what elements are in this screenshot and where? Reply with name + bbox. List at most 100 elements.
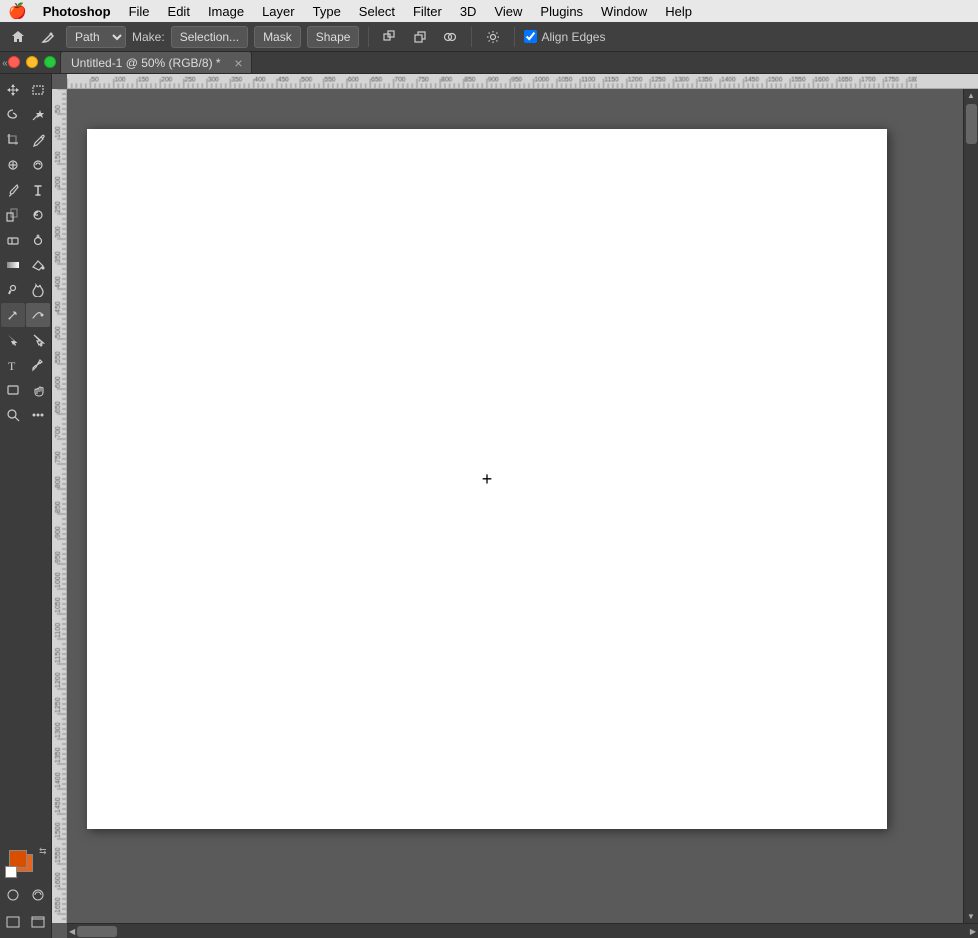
heal-tool[interactable] — [1, 153, 25, 177]
menu-image[interactable]: Image — [200, 2, 252, 21]
path-type-dropdown[interactable]: Path — [66, 26, 126, 48]
tool-row-2 — [1, 103, 51, 127]
align-edges-container: Align Edges — [524, 30, 605, 44]
minimize-button[interactable] — [26, 56, 38, 68]
app-name[interactable]: Photoshop — [35, 2, 119, 21]
path-selection2-tool[interactable] — [26, 353, 50, 377]
document-tab-title: Untitled-1 @ 50% (RGB/8) * — [71, 56, 221, 70]
marquee-tool[interactable] — [26, 78, 50, 102]
path-combine-icon[interactable] — [438, 25, 462, 49]
menu-edit[interactable]: Edit — [160, 2, 198, 21]
make-label: Make: — [132, 30, 165, 44]
left-ruler — [52, 89, 67, 923]
selection-button[interactable]: Selection... — [171, 26, 248, 48]
menu-bar: 🍎 Photoshop File Edit Image Layer Type S… — [0, 0, 978, 22]
divider-2 — [471, 27, 472, 47]
lasso-tool[interactable] — [1, 103, 25, 127]
color-swatch-area: ⇆ — [1, 846, 51, 878]
path-arrange-icon[interactable] — [408, 25, 432, 49]
standard-mode-icon[interactable] — [1, 883, 25, 907]
eyedropper-tool[interactable] — [26, 128, 50, 152]
document-canvas: + — [87, 129, 887, 829]
spot-tool[interactable] — [26, 153, 50, 177]
burn-tool[interactable] — [26, 278, 50, 302]
menu-select[interactable]: Select — [351, 2, 403, 21]
tab-close-icon[interactable]: × — [234, 55, 242, 71]
hand-tool[interactable] — [26, 378, 50, 402]
tool-row-6 — [1, 203, 51, 227]
mask-button[interactable]: Mask — [254, 26, 301, 48]
direct-select-tool[interactable] — [26, 328, 50, 352]
full-screen-icon[interactable] — [26, 910, 50, 934]
vertical-scrollbar[interactable]: ▲ ▼ — [963, 89, 978, 923]
align-edges-label: Align Edges — [541, 30, 605, 44]
tool-row-mask — [1, 883, 51, 907]
screen-mode-icon[interactable] — [1, 910, 25, 934]
clone-tool[interactable] — [1, 203, 25, 227]
move-tool[interactable] — [1, 78, 25, 102]
home-icon[interactable] — [6, 25, 30, 49]
tool-row-14 — [1, 403, 51, 427]
gradient-tool[interactable] — [1, 253, 25, 277]
tool-row-10 — [1, 303, 51, 327]
menu-help[interactable]: Help — [657, 2, 700, 21]
menu-type[interactable]: Type — [305, 2, 349, 21]
menu-layer[interactable]: Layer — [254, 2, 303, 21]
divider-3 — [514, 27, 515, 47]
apple-menu[interactable]: 🍎 — [8, 2, 27, 20]
menu-window[interactable]: Window — [593, 2, 655, 21]
menu-file[interactable]: File — [121, 2, 158, 21]
scroll-thumb-v[interactable] — [966, 104, 977, 144]
path-select-tool[interactable] — [1, 328, 25, 352]
menu-plugins[interactable]: Plugins — [532, 2, 591, 21]
paint-bucket-tool[interactable] — [26, 253, 50, 277]
tool-row-1 — [1, 78, 51, 102]
scroll-right-icon[interactable]: ▶ — [970, 927, 976, 936]
scroll-thumb-h[interactable] — [77, 926, 117, 937]
type-tool[interactable] — [26, 178, 50, 202]
zoom-tool[interactable] — [1, 403, 25, 427]
scroll-down-icon[interactable]: ▼ — [967, 912, 975, 921]
maximize-button[interactable] — [44, 56, 56, 68]
path-ops-icon[interactable] — [378, 25, 402, 49]
default-colors-icon[interactable] — [5, 866, 17, 878]
pen-options-icon[interactable] — [36, 25, 60, 49]
canvas-area: + ▲ ▼ ◀ ▶ — [52, 74, 978, 938]
scroll-up-icon[interactable]: ▲ — [967, 91, 975, 100]
menu-filter[interactable]: Filter — [405, 2, 450, 21]
horizontal-scrollbar[interactable]: ◀ ▶ — [67, 923, 978, 938]
shape-tool2[interactable] — [1, 378, 25, 402]
gear-icon[interactable] — [481, 25, 505, 49]
window-controls — [8, 56, 56, 68]
bg-eraser-tool[interactable] — [26, 228, 50, 252]
divider-1 — [368, 27, 369, 47]
more-tools-icon[interactable] — [26, 403, 50, 427]
dodge-tool[interactable] — [1, 278, 25, 302]
top-ruler — [67, 74, 978, 89]
quick-mask-icon[interactable] — [26, 883, 50, 907]
canvas-container[interactable]: + — [67, 89, 963, 923]
tool-row-11 — [1, 328, 51, 352]
svg-text:T: T — [8, 359, 16, 372]
tool-row-3 — [1, 128, 51, 152]
tool-row-screen — [1, 910, 51, 934]
type-horizontal-tool[interactable]: T — [1, 353, 25, 377]
shape-button[interactable]: Shape — [307, 26, 360, 48]
tab-bar: « Untitled-1 @ 50% (RGB/8) * × — [0, 52, 978, 74]
canvas-content: + ▲ ▼ — [52, 89, 978, 923]
tool-row-8 — [1, 253, 51, 277]
scroll-left-icon[interactable]: ◀ — [69, 927, 75, 936]
magic-wand-tool[interactable] — [26, 103, 50, 127]
pen-tool[interactable] — [1, 303, 25, 327]
history-brush-tool[interactable] — [26, 203, 50, 227]
swap-colors-icon[interactable]: ⇆ — [39, 846, 47, 857]
menu-view[interactable]: View — [486, 2, 530, 21]
align-edges-checkbox[interactable] — [524, 30, 537, 43]
menu-3d[interactable]: 3D — [452, 2, 485, 21]
document-tab[interactable]: Untitled-1 @ 50% (RGB/8) * × — [60, 51, 252, 73]
crop-tool[interactable] — [1, 128, 25, 152]
brush-tool[interactable] — [1, 178, 25, 202]
eraser-tool[interactable] — [1, 228, 25, 252]
close-button[interactable] — [8, 56, 20, 68]
pen-freeform-tool[interactable] — [26, 303, 50, 327]
